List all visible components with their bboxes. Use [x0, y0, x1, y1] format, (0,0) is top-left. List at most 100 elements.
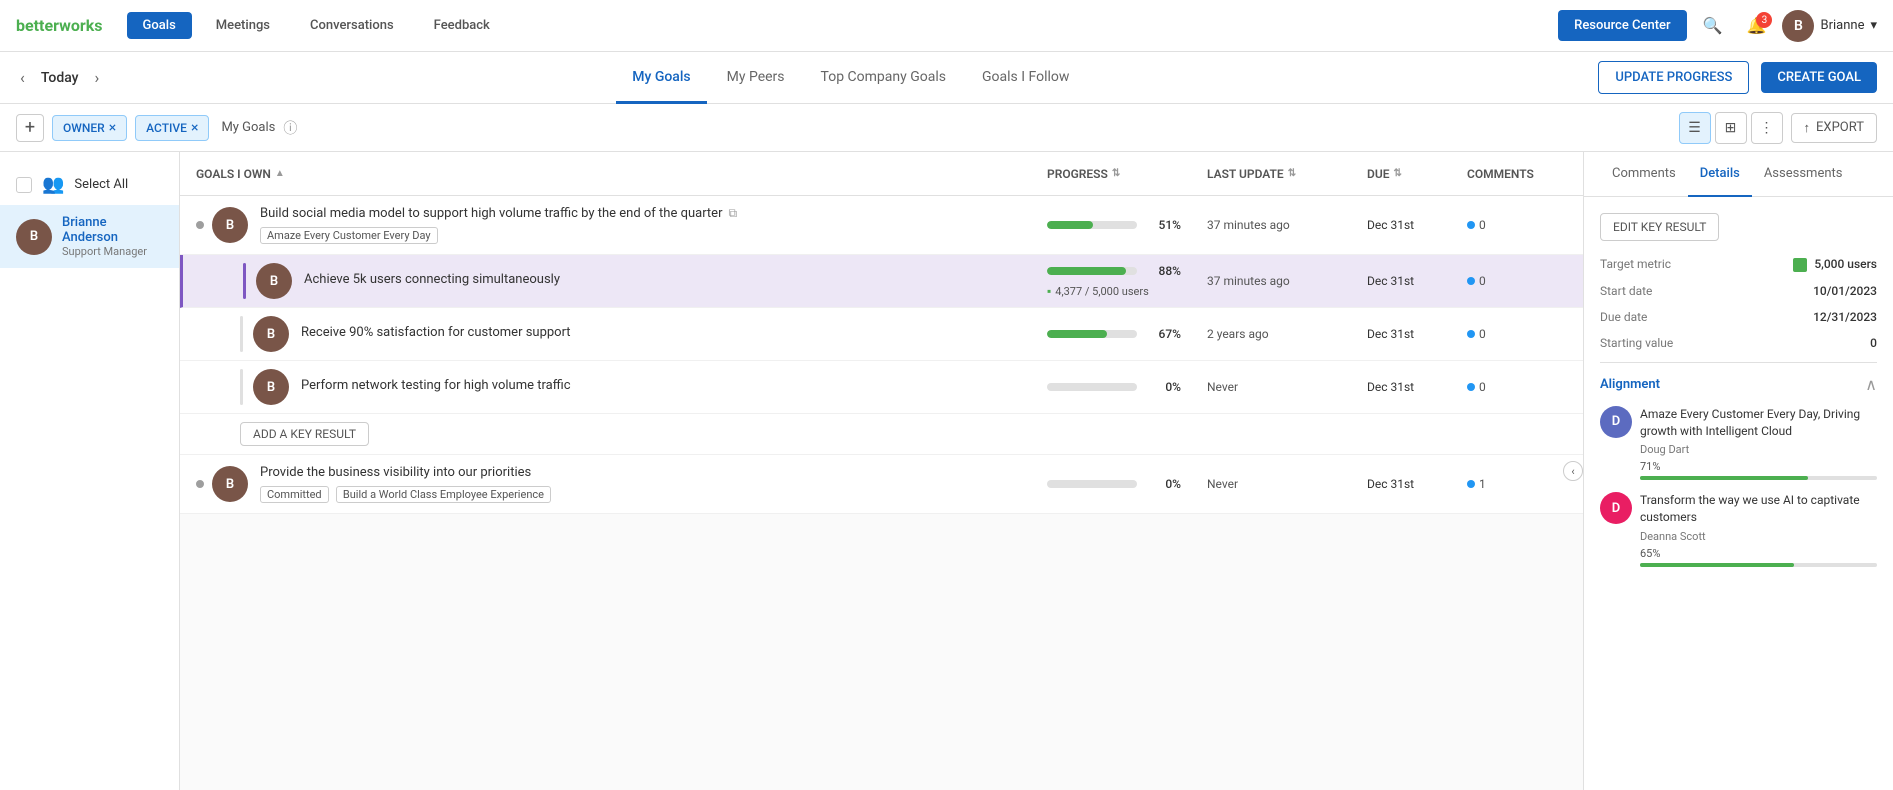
remove-active-filter[interactable]: × — [191, 120, 198, 136]
kr2-comments: 0 — [1467, 327, 1567, 341]
tab-comments[interactable]: Comments — [1600, 152, 1688, 197]
goal-tags: Amaze Every Customer Every Day — [260, 225, 1047, 244]
alignment-pct-2: 65% — [1640, 547, 1877, 560]
kr-due: Dec 31st — [1367, 274, 1467, 288]
collapse-panel-button[interactable]: ‹ — [1563, 461, 1583, 481]
alignment-avatar-2: D — [1600, 492, 1632, 524]
list-view-button[interactable]: ☰ — [1679, 112, 1711, 144]
key-result-row[interactable]: B Achieve 5k users connecting simultaneo… — [180, 255, 1583, 308]
tab-top-company-goals[interactable]: Top Company Goals — [805, 53, 962, 104]
goal2-progress-cell: 0% — [1047, 477, 1207, 491]
goal2-last-update: Never — [1207, 477, 1367, 491]
goal-row-inner: B Build social media model to support hi… — [196, 206, 1567, 244]
goal2-comment-indicator — [1467, 480, 1475, 488]
nav-meetings[interactable]: Meetings — [200, 12, 286, 39]
due-date-value: 12/31/2023 — [1813, 310, 1877, 324]
kr2-title: Receive 90% satisfaction for customer su… — [301, 325, 1047, 340]
nav-next-button[interactable]: › — [91, 64, 104, 91]
select-all-item[interactable]: 👥 Select All — [0, 164, 179, 205]
goal2-avatar: B — [212, 466, 248, 502]
resource-center-button[interactable]: Resource Center — [1558, 10, 1686, 41]
progress-pct: 51% — [1145, 218, 1181, 232]
tab-my-goals[interactable]: My Goals — [616, 53, 706, 104]
alignment-item-1: D Amaze Every Customer Every Day, Drivin… — [1600, 406, 1877, 481]
search-icon[interactable]: 🔍 — [1695, 12, 1731, 39]
kr2-comment-indicator — [1467, 330, 1475, 338]
goals-table-header: Goals I own ▲ PROGRESS ⇅ LAST UPDATE ⇅ D… — [180, 152, 1583, 196]
grid-view-button[interactable]: ⊞ — [1715, 112, 1747, 144]
alignment-person-1: Doug Dart — [1640, 443, 1877, 456]
owner-filter-chip[interactable]: OWNER × — [52, 115, 127, 141]
export-button[interactable]: ↑ EXPORT — [1791, 113, 1877, 143]
nav-conversations[interactable]: Conversations — [294, 12, 410, 39]
goal-row-2[interactable]: B Provide the business visibility into o… — [180, 455, 1583, 514]
alignment-avatar-1: D — [1600, 406, 1632, 438]
alignment-text-2: Transform the way we use AI to captivate… — [1640, 492, 1877, 567]
kr3-comments: 0 — [1467, 380, 1567, 394]
create-goal-button[interactable]: CREATE GOAL — [1761, 62, 1877, 93]
kr2-progress-pct: 67% — [1145, 327, 1181, 341]
kr2-progress-bar — [1047, 330, 1137, 338]
edit-key-result-button[interactable]: EDIT KEY RESULT — [1600, 213, 1719, 241]
tab-assessments[interactable]: Assessments — [1752, 152, 1855, 197]
remove-owner-filter[interactable]: × — [109, 120, 116, 136]
brand-logo: betterworks — [16, 16, 103, 35]
due-cell: Dec 31st — [1367, 218, 1467, 232]
kr-last-update: 37 minutes ago — [1207, 274, 1367, 288]
alignment-goal-name-2: Transform the way we use AI to captivate… — [1640, 492, 1877, 526]
sort-due-icon[interactable]: ⇅ — [1393, 168, 1401, 179]
sort-goal-icon[interactable]: ▲ — [275, 168, 285, 179]
user-menu-button[interactable]: B Brianne ▾ — [1782, 10, 1877, 42]
kr3-comment-indicator — [1467, 383, 1475, 391]
view-icons-group: ☰ ⊞ ⋮ — [1679, 112, 1783, 144]
kr-sub-progress: ▪ 4,377 / 5,000 users — [1047, 284, 1181, 298]
sidebar-user-avatar: B — [16, 219, 52, 255]
kr-info: Achieve 5k users connecting simultaneous… — [304, 272, 1047, 291]
progress-bar — [1047, 221, 1137, 229]
goal-row-2-inner: B Provide the business visibility into o… — [196, 465, 1567, 503]
user-name: Brianne — [1820, 18, 1864, 33]
nav-feedback[interactable]: Feedback — [418, 12, 506, 39]
chevron-down-icon: ▾ — [1870, 18, 1877, 33]
nav-prev-button[interactable]: ‹ — [16, 64, 29, 91]
sidebar-user-item[interactable]: B Brianne Anderson Support Manager — [0, 205, 179, 268]
kr3-title: Perform network testing for high volume … — [301, 378, 1047, 393]
kr3-avatar: B — [253, 369, 289, 405]
tree-view-button[interactable]: ⋮ — [1751, 112, 1783, 144]
active-filter-chip[interactable]: ACTIVE × — [135, 115, 209, 141]
export-icon: ↑ — [1804, 120, 1811, 136]
sort-progress-icon[interactable]: ⇅ — [1112, 168, 1120, 179]
copy-icon[interactable]: ⧉ — [728, 206, 737, 221]
alignment-text-1: Amaze Every Customer Every Day, Driving … — [1640, 406, 1877, 481]
collapse-alignment-button[interactable]: ∧ — [1865, 375, 1877, 394]
goal2-progress-pct: 0% — [1145, 477, 1181, 491]
tab-details[interactable]: Details — [1688, 152, 1752, 197]
nav-goals[interactable]: Goals — [127, 12, 192, 39]
kr3-due: Dec 31st — [1367, 380, 1467, 394]
select-all-checkbox[interactable] — [16, 177, 32, 193]
add-filter-button[interactable]: + — [16, 114, 44, 142]
goal-info: Build social media model to support high… — [260, 206, 1047, 244]
kr3-progress-pct: 0% — [1145, 380, 1181, 394]
alignment-person-2: Deanna Scott — [1640, 530, 1877, 543]
update-progress-button[interactable]: UPDATE PROGRESS — [1598, 61, 1749, 94]
key-result-row[interactable]: B Perform network testing for high volum… — [180, 361, 1583, 414]
notifications-button[interactable]: 🔔 3 — [1739, 12, 1775, 39]
add-key-result-button[interactable]: ADD A KEY RESULT — [240, 422, 369, 446]
target-metric-label: Target metric — [1600, 257, 1671, 271]
tab-my-peers[interactable]: My Peers — [711, 53, 801, 104]
key-result-row[interactable]: B Receive 90% satisfaction for customer … — [180, 308, 1583, 361]
info-icon[interactable]: ⓘ — [283, 118, 297, 138]
tab-goals-i-follow[interactable]: Goals I Follow — [966, 53, 1085, 104]
add-key-result-row: ADD A KEY RESULT — [180, 414, 1583, 455]
goal2-info: Provide the business visibility into our… — [260, 465, 1047, 503]
goal2-tag-committed: Committed — [260, 486, 329, 503]
sort-lastupdate-icon[interactable]: ⇅ — [1288, 168, 1296, 179]
last-update-cell: 37 minutes ago — [1207, 218, 1367, 232]
alignment-pct-1: 71% — [1640, 460, 1877, 473]
right-panel: Comments Details Assessments EDIT KEY RE… — [1583, 152, 1893, 790]
comments-cell: 0 — [1467, 218, 1567, 232]
goal2-progress-bar — [1047, 480, 1137, 488]
alignment-bar-2 — [1640, 563, 1877, 567]
goal-row[interactable]: B Build social media model to support hi… — [180, 196, 1583, 255]
